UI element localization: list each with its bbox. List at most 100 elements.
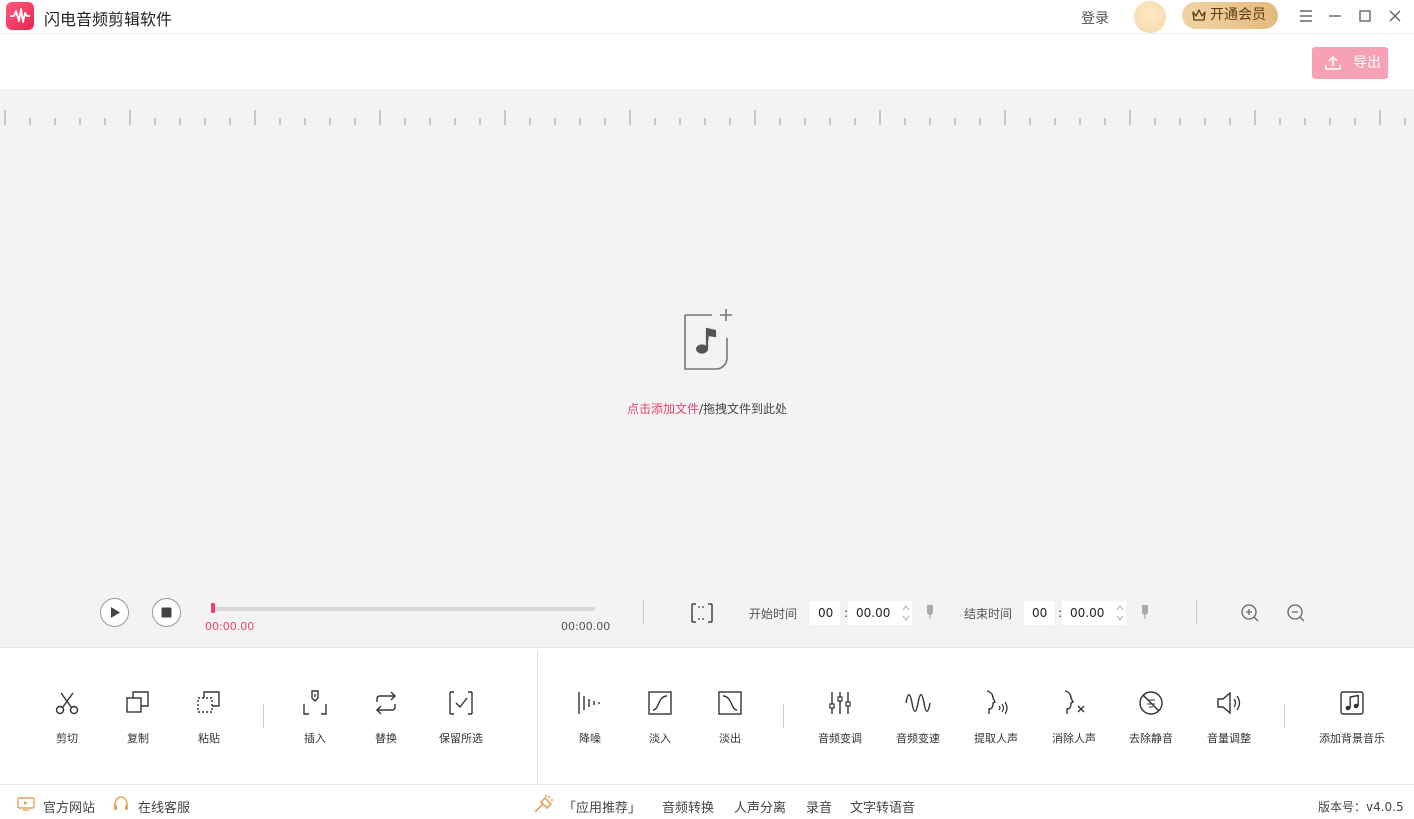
website-link[interactable]: 官方网站 [43, 797, 95, 816]
maximize-icon[interactable] [1355, 6, 1375, 26]
pitch-icon [829, 692, 851, 714]
replace-button[interactable]: 替换 [346, 688, 426, 746]
pitch-label: 音频变调 [818, 732, 862, 745]
remove-silence-icon [1139, 691, 1163, 715]
fade-out-button[interactable]: 淡出 [690, 688, 770, 746]
denoise-button[interactable]: 降噪 [550, 688, 630, 746]
divider [643, 600, 644, 624]
ruler-ticks [4, 110, 1406, 125]
remove-voice-button[interactable]: 消除人声 [1034, 688, 1114, 746]
extract-voice-icon [986, 690, 1008, 715]
export-button[interactable]: 导出 [1312, 47, 1388, 79]
footer-link-audio-convert[interactable]: 音频转换 [662, 797, 714, 816]
footer-link-vocal-separation[interactable]: 人声分离 [734, 797, 786, 816]
toolbar-separator [263, 704, 264, 728]
minimize-icon[interactable] [1325, 6, 1345, 26]
extract-voice-label: 提取人声 [974, 732, 1018, 745]
extract-voice-button[interactable]: 提取人声 [956, 688, 1036, 746]
start-time-spinner-icon[interactable] [902, 603, 910, 623]
total-time: 00:00.00 [561, 620, 611, 633]
scissors-icon [55, 692, 79, 715]
divider [1196, 600, 1197, 624]
fade-in-label: 淡入 [649, 732, 671, 745]
end-time-label: 结束时间 [964, 607, 1013, 621]
remove-voice-label: 消除人声 [1052, 732, 1096, 745]
speed-icon [905, 694, 931, 712]
zoom-out-icon[interactable] [1286, 603, 1306, 623]
set-end-pin-icon[interactable] [1139, 604, 1151, 620]
volume-button[interactable]: 音量调整 [1189, 688, 1269, 746]
timeline-ruler[interactable] [0, 89, 1414, 126]
avatar[interactable] [1134, 1, 1166, 33]
insert-icon [303, 690, 327, 715]
paste-button[interactable]: 粘贴 [169, 688, 249, 746]
fade-in-button[interactable]: 淡入 [620, 688, 700, 746]
menu-icon[interactable] [1296, 6, 1316, 26]
end-time-spinner-icon[interactable] [1116, 603, 1124, 623]
progress-track[interactable] [212, 607, 595, 611]
play-button[interactable] [100, 598, 129, 627]
copy-label: 复制 [127, 732, 149, 745]
denoise-label: 降噪 [579, 732, 601, 745]
insert-label: 插入 [304, 732, 326, 745]
footer-link-tts[interactable]: 文字转语音 [850, 797, 915, 816]
stop-icon [161, 607, 172, 618]
insert-button[interactable]: 插入 [275, 688, 355, 746]
speed-button[interactable]: 音频变速 [878, 688, 958, 746]
denoise-icon [578, 692, 600, 714]
current-time: 00:00.00 [205, 620, 255, 633]
remove-silence-button[interactable]: 去除静音 [1111, 688, 1191, 746]
select-range-icon[interactable] [689, 602, 715, 624]
speed-label: 音频变速 [896, 732, 940, 745]
recommend-icon [534, 795, 553, 813]
keep-selection-button[interactable]: 保留所选 [421, 688, 501, 746]
replace-icon [376, 691, 396, 715]
login-link[interactable]: 登录 [1081, 8, 1109, 28]
upload-icon [1325, 55, 1341, 70]
export-label: 导出 [1353, 55, 1381, 71]
start-minutes-field[interactable]: 00 [810, 601, 840, 625]
start-time-label: 开始时间 [749, 607, 798, 621]
cut-button[interactable]: 剪切 [27, 688, 107, 746]
paste-icon [197, 691, 220, 713]
footer-bar: 官方网站 在线客服 「应用推荐」 音频转换 人声分离 录音 文字转语音 版本号：… [0, 786, 1414, 819]
drop-hint: 点击添加文件/拖拽文件到此处 [0, 400, 1414, 417]
copy-button[interactable]: 复制 [98, 688, 178, 746]
title-bar: 闪电音频剪辑软件 登录 开通会员 [0, 0, 1414, 34]
add-music-button[interactable]: 添加背景音乐 [1312, 688, 1392, 746]
volume-icon [1217, 691, 1241, 715]
headset-icon[interactable] [112, 795, 130, 813]
crown-icon [1192, 9, 1206, 21]
remove-voice-icon [1064, 690, 1085, 714]
website-icon[interactable] [17, 796, 35, 812]
drag-hint-text: /拖拽文件到此处 [698, 402, 788, 416]
toolbar-divider [537, 650, 538, 784]
close-icon[interactable] [1385, 6, 1405, 26]
support-link[interactable]: 在线客服 [138, 797, 190, 816]
replace-label: 替换 [375, 732, 397, 745]
set-start-pin-icon[interactable] [924, 604, 936, 620]
app-window: 闪电音频剪辑软件 登录 开通会员 导出 点击添加文件/拖拽文件到此处 00:00… [0, 0, 1414, 819]
progress-handle[interactable] [211, 603, 215, 613]
toolbar-separator [783, 704, 784, 728]
add-music-icon [1340, 691, 1364, 715]
zoom-in-icon[interactable] [1240, 603, 1260, 623]
paste-label: 粘贴 [198, 732, 220, 745]
add-music-file-icon[interactable] [682, 307, 736, 371]
fade-out-label: 淡出 [719, 732, 741, 745]
copy-icon [126, 691, 149, 713]
keep-selection-icon [449, 691, 473, 715]
toolbar-separator [1284, 704, 1285, 728]
fade-out-icon [718, 691, 742, 715]
stop-button[interactable] [152, 598, 181, 627]
cut-label: 剪切 [56, 732, 78, 745]
vip-button[interactable]: 开通会员 [1182, 2, 1278, 29]
version-label: 版本号：v4.0.5 [1318, 800, 1404, 814]
add-file-link[interactable]: 点击添加文件 [627, 402, 699, 416]
volume-label: 音量调整 [1207, 732, 1251, 745]
recommend-label: 「应用推荐」 [563, 801, 642, 816]
footer-link-record[interactable]: 录音 [806, 797, 832, 816]
app-title: 闪电音频剪辑软件 [44, 10, 173, 29]
pitch-button[interactable]: 音频变调 [800, 688, 880, 746]
end-minutes-field[interactable]: 00 [1024, 601, 1054, 625]
